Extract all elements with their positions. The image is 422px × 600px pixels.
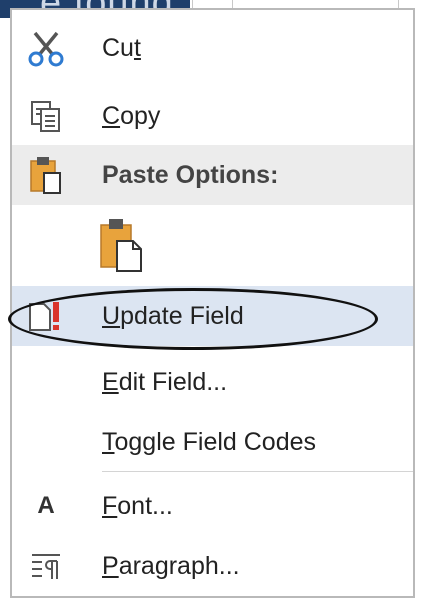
menu-separator [102, 471, 413, 472]
menu-item-label: Font... [102, 491, 173, 520]
paste-options-label: Paste Options: [102, 160, 279, 189]
paste-options-header: Paste Options: [12, 145, 413, 205]
paragraph-icon [26, 546, 66, 586]
clipboard-paste-icon [96, 217, 146, 273]
annotation-ellipse [8, 288, 378, 350]
menu-item-toggle-field-codes[interactable]: Toggle Field Codes [12, 412, 413, 472]
context-menu: Cut Copy Paste Options: Update Field Edi… [8, 8, 415, 598]
copy-icon [26, 96, 66, 136]
font-icon-glyph: A [37, 492, 55, 519]
menu-item-label: Edit Field... [102, 367, 228, 396]
menu-item-edit-field[interactable]: Edit Field... [12, 352, 413, 412]
paste-keep-formatting-button[interactable] [12, 210, 413, 280]
menu-item-copy[interactable]: Copy [12, 86, 413, 146]
menu-item-cut[interactable]: Cut [12, 18, 413, 78]
menu-item-label: Paragraph... [102, 551, 240, 580]
menu-item-paragraph[interactable]: Paragraph... [12, 536, 413, 596]
menu-item-font[interactable]: A Font... [12, 476, 413, 536]
menu-item-label: Copy [102, 101, 161, 130]
clipboard-icon [26, 155, 66, 195]
menu-item-label: Toggle Field Codes [102, 427, 317, 456]
scissors-icon [26, 28, 66, 68]
menu-item-label: Cut [102, 33, 141, 62]
font-icon: A [26, 486, 66, 526]
